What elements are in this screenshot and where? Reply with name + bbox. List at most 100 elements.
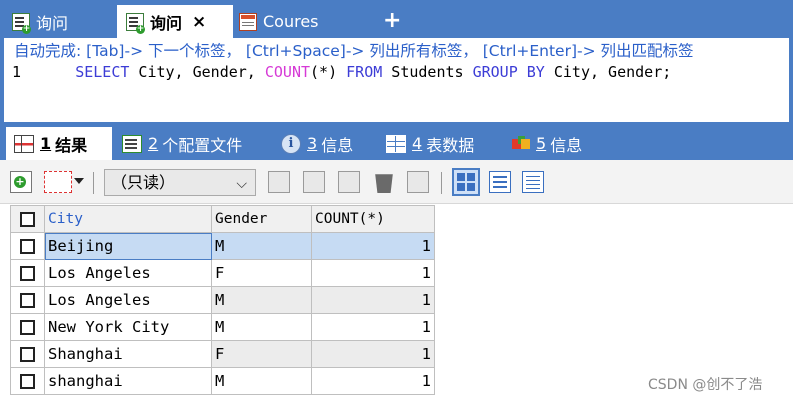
query-icon (126, 12, 145, 34)
tab-label: 个配置文件 (162, 135, 243, 155)
row-select-cell[interactable] (10, 286, 45, 314)
query-tab-bar: 询问 询问 × Coures + (0, 0, 793, 38)
toolbar-divider (93, 172, 94, 194)
cell-city[interactable]: shanghai (44, 367, 212, 395)
row-select-cell[interactable] (10, 259, 45, 287)
checkbox[interactable] (20, 374, 35, 389)
coures-tab[interactable]: Coures (239, 5, 319, 38)
sql-keyword: SELECT (75, 63, 130, 81)
cell-city[interactable]: Los Angeles (44, 259, 212, 287)
profile-icon (122, 134, 142, 153)
row-select-cell[interactable] (10, 232, 45, 260)
tab-number: 2 (148, 134, 159, 153)
tab-status-info[interactable]: 5 信息 (512, 127, 582, 160)
cell-count[interactable]: 1 (311, 232, 435, 260)
column-header-city[interactable]: City (44, 205, 212, 233)
tab-label: 信息 (321, 135, 354, 155)
grid-view-icon[interactable] (452, 168, 480, 196)
sql-text: City, Gender, (129, 63, 265, 81)
cell-gender[interactable]: F (211, 340, 312, 368)
result-tab-bar: 1 结果 2 个配置文件 i 3 信息 4 表数据 5 信息 (0, 122, 793, 160)
result-grid: City Gender COUNT(*) Beijing M 1 Los Ang… (10, 205, 435, 395)
cell-count[interactable]: 1 (311, 340, 435, 368)
edit-mode-value: （只读） (111, 173, 176, 192)
cell-gender[interactable]: M (211, 232, 312, 260)
select-rows-icon[interactable] (44, 171, 72, 193)
row-select-cell[interactable] (10, 313, 45, 341)
select-all-header[interactable] (10, 205, 45, 233)
text-view-icon[interactable] (522, 171, 544, 193)
form-view-icon[interactable] (489, 171, 511, 193)
sql-editor[interactable]: 自动完成: [Tab]-> 下一个标签， [Ctrl+Space]-> 列出所有… (0, 38, 793, 122)
tab-label: 询问 (36, 13, 69, 33)
cell-count[interactable]: 1 (311, 259, 435, 287)
cell-gender[interactable]: M (211, 286, 312, 314)
cell-gender[interactable]: M (211, 367, 312, 395)
cell-city[interactable]: Los Angeles (44, 286, 212, 314)
checkbox[interactable] (20, 266, 35, 281)
query-tab-1[interactable]: 询问 (12, 5, 68, 38)
table-row[interactable]: Los Angeles M 1 (10, 286, 435, 314)
result-grid-icon (14, 134, 34, 153)
table-row[interactable]: Shanghai F 1 (10, 340, 435, 368)
query-icon (12, 12, 31, 34)
tab-profiles[interactable]: 2 个配置文件 (122, 127, 242, 160)
table-row[interactable]: New York City M 1 (10, 313, 435, 341)
row-select-cell[interactable] (10, 340, 45, 368)
sql-function: COUNT (264, 63, 311, 81)
cell-city[interactable]: New York City (44, 313, 212, 341)
chevron-down-icon[interactable] (74, 178, 84, 184)
table-row[interactable]: Beijing M 1 (10, 232, 435, 260)
code-line-1[interactable]: 1 SELECT City, Gender, COUNT(*) FROM Stu… (12, 63, 671, 81)
tab-table-data[interactable]: 4 表数据 (386, 127, 474, 160)
tab-info[interactable]: i 3 信息 (281, 127, 353, 160)
tab-results[interactable]: 1 结果 (6, 127, 112, 160)
column-header-gender[interactable]: Gender (211, 205, 312, 233)
checkbox[interactable] (20, 320, 35, 335)
insert-row-icon[interactable] (10, 171, 32, 193)
close-tab-icon[interactable]: × (192, 12, 206, 32)
table-data-icon (386, 134, 406, 153)
chevron-down-icon: ⌵ (236, 176, 247, 192)
checkbox[interactable] (20, 239, 35, 254)
watermark: CSDN @创不了浩 (648, 377, 763, 393)
cell-gender[interactable]: M (211, 313, 312, 341)
edit-mode-select[interactable]: （只读） ⌵ (104, 169, 256, 196)
sql-text: City, Gender; (544, 63, 672, 81)
delete-icon[interactable] (375, 174, 393, 193)
column-header-count[interactable]: COUNT(*) (311, 205, 435, 233)
table-row[interactable]: Los Angeles F 1 (10, 259, 435, 287)
grid-header-row: City Gender COUNT(*) (10, 205, 435, 233)
tab-label: 询问 (150, 13, 183, 33)
autocomplete-hint: 自动完成: [Tab]-> 下一个标签， [Ctrl+Space]-> 列出所有… (14, 42, 694, 60)
cell-city[interactable]: Shanghai (44, 340, 212, 368)
save-icon[interactable] (338, 171, 360, 193)
duplicate-row-icon[interactable] (268, 171, 290, 193)
toolbar-divider (441, 172, 442, 194)
cancel-changes-icon[interactable] (407, 171, 429, 193)
sql-keyword: GROUP BY (472, 63, 545, 81)
cell-count[interactable]: 1 (311, 286, 435, 314)
row-select-cell[interactable] (10, 367, 45, 395)
tab-label: Coures (263, 12, 319, 31)
query-tab-2-active[interactable]: 询问 × (117, 5, 233, 38)
tab-number: 3 (307, 134, 318, 153)
cell-city[interactable]: Beijing (44, 232, 212, 260)
sql-keyword: FROM (346, 63, 383, 81)
result-toolbar: （只读） ⌵ (0, 160, 793, 204)
table-design-icon (239, 12, 257, 31)
checkbox[interactable] (20, 293, 35, 308)
sql-text: (*) (310, 63, 347, 81)
edit-row-icon[interactable] (303, 171, 325, 193)
table-row[interactable]: shanghai M 1 (10, 367, 435, 395)
cell-count[interactable]: 1 (311, 313, 435, 341)
cell-gender[interactable]: F (211, 259, 312, 287)
checkbox[interactable] (20, 347, 35, 362)
line-number: 1 (12, 63, 22, 81)
tab-number: 1 (40, 134, 52, 153)
sql-text: Students (382, 63, 473, 81)
new-tab-button[interactable]: + (383, 6, 401, 36)
cell-count[interactable]: 1 (311, 367, 435, 395)
tab-label: 信息 (550, 135, 583, 155)
checkbox[interactable] (20, 211, 35, 227)
